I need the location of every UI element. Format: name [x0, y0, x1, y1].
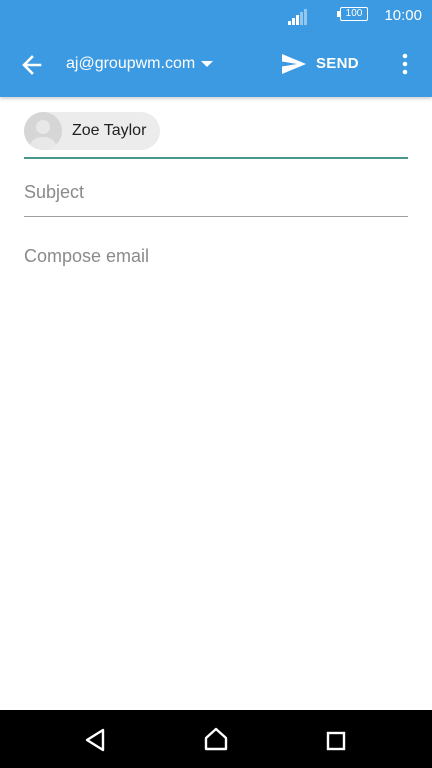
subject-field[interactable]: Subject: [24, 180, 408, 204]
subject-underline: [24, 216, 408, 217]
avatar-head: [36, 120, 50, 134]
recipient-chip[interactable]: Zoe Taylor: [24, 112, 161, 150]
nav-home-button[interactable]: [203, 726, 229, 752]
send-label: SEND: [316, 55, 359, 72]
avatar-body: [30, 137, 56, 150]
send-button[interactable]: SEND: [280, 50, 359, 78]
send-icon: [282, 54, 306, 74]
navigation-bar: [0, 710, 432, 768]
battery-icon: 100: [337, 7, 371, 23]
status-bar: 100 10:00: [0, 0, 432, 32]
compose-body-field[interactable]: Compose email: [24, 244, 408, 268]
nav-back-button[interactable]: [83, 727, 107, 753]
account-email: aj@groupwm.com: [66, 55, 196, 72]
to-field-underline: [24, 157, 408, 159]
nav-recents-button[interactable]: [326, 731, 346, 751]
recipient-name: Zoe Taylor: [72, 122, 147, 139]
back-button[interactable]: [18, 51, 46, 79]
overflow-menu-button[interactable]: [396, 50, 414, 78]
signal-icon: [287, 7, 309, 25]
nav-back-icon: [85, 728, 105, 752]
app-bar: aj@groupwm.com SEND: [0, 32, 432, 97]
account-selector[interactable]: aj@groupwm.com: [66, 52, 214, 76]
overflow-menu-icon: [402, 53, 408, 75]
status-time: 10:00: [384, 7, 422, 24]
battery-level: 100: [340, 7, 368, 21]
dropdown-arrow-icon: [201, 61, 214, 67]
nav-recents-icon: [326, 731, 346, 751]
avatar: [24, 112, 62, 150]
back-arrow-icon: [22, 55, 42, 75]
nav-home-icon: [204, 727, 228, 751]
